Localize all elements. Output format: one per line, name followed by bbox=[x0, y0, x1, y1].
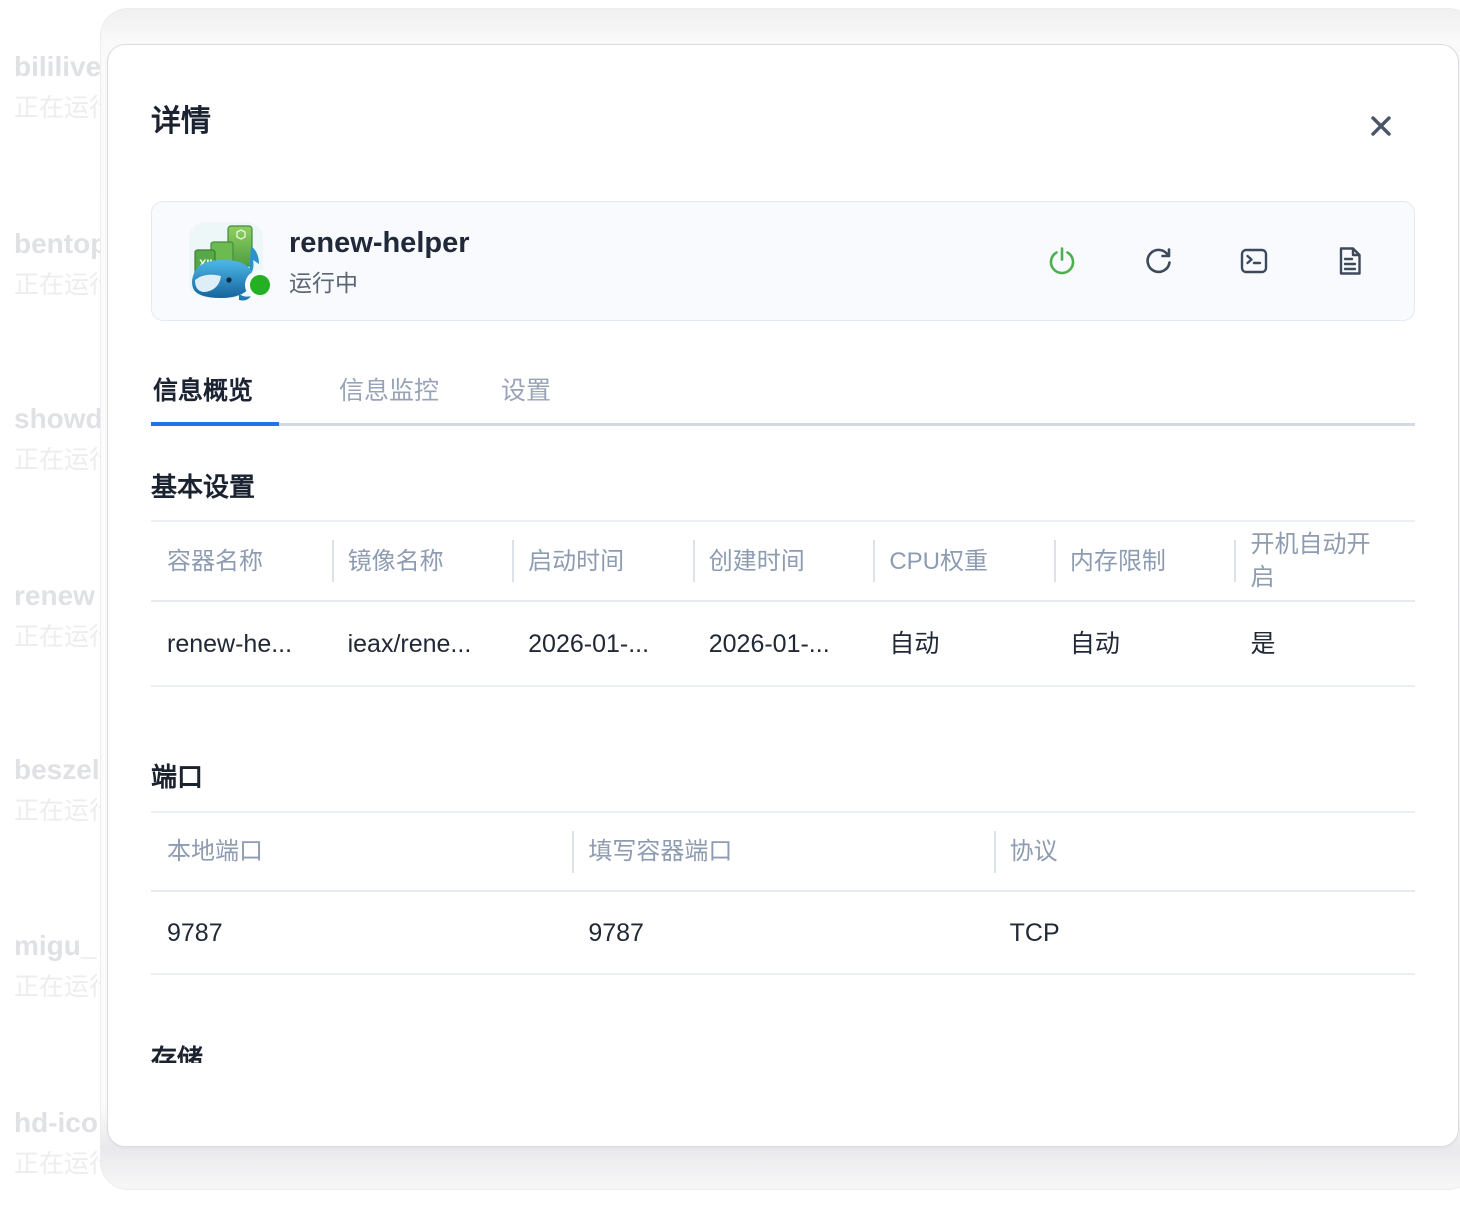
list-item: bentop 正在运行 bbox=[14, 227, 114, 300]
close-icon bbox=[1367, 112, 1395, 140]
container-actions bbox=[1046, 245, 1366, 277]
table-header-row: 容器名称 镜像名称 启动时间 创建时间 CPU权重 内存限制 开机自动开启 bbox=[151, 520, 1415, 602]
power-button[interactable] bbox=[1046, 245, 1078, 277]
log-button[interactable] bbox=[1334, 245, 1366, 277]
cell-container-name: renew-he... bbox=[151, 628, 332, 660]
column-header: CPU权重 bbox=[873, 545, 1054, 578]
container-name: renew-helper bbox=[289, 225, 1046, 261]
container-status: 正在运行 bbox=[14, 622, 114, 652]
modal-title: 详情 bbox=[151, 98, 211, 146]
column-header: 启动时间 bbox=[512, 545, 693, 578]
storage-heading-clipped: 存储 bbox=[151, 1041, 1415, 1063]
column-header: 内存限制 bbox=[1054, 545, 1235, 578]
running-status-dot bbox=[245, 270, 275, 300]
basic-settings-table: 容器名称 镜像名称 启动时间 创建时间 CPU权重 内存限制 开机自动开启 re… bbox=[151, 520, 1415, 687]
tab-settings[interactable]: 设置 bbox=[499, 373, 553, 423]
container-name: bililive bbox=[14, 50, 114, 84]
tab-info-monitor[interactable]: 信息监控 bbox=[337, 373, 441, 423]
list-item: hd-ico 正在运行 bbox=[14, 1106, 114, 1179]
table-row: 9787 9787 TCP bbox=[151, 892, 1415, 975]
column-header: 开机自动开启 bbox=[1234, 528, 1415, 594]
table-row: renew-he... ieax/rene... 2026-01-... 202… bbox=[151, 602, 1415, 687]
list-item: showd 正在运行 bbox=[14, 402, 114, 475]
tab-bar: 信息概览 信息监控 设置 bbox=[151, 373, 1415, 426]
ports-heading: 端口 bbox=[151, 759, 1415, 795]
list-item: beszel 正在运行 bbox=[14, 753, 114, 826]
container-name: migu_ bbox=[14, 929, 114, 963]
cell-container-port: 9787 bbox=[572, 917, 993, 949]
column-header: 本地端口 bbox=[151, 835, 572, 868]
container-summary-card: XII renew-helper 运行中 bbox=[151, 201, 1415, 321]
cell-start-time: 2026-01-... bbox=[512, 628, 693, 660]
tab-info-overview[interactable]: 信息概览 bbox=[151, 373, 279, 423]
app-icon: XII bbox=[187, 220, 265, 302]
close-button[interactable] bbox=[1361, 106, 1401, 146]
container-status: 正在运行 bbox=[14, 796, 114, 826]
column-header: 容器名称 bbox=[151, 545, 332, 578]
container-name: bentop bbox=[14, 227, 114, 261]
column-header: 镜像名称 bbox=[332, 545, 513, 578]
details-modal: 详情 bbox=[107, 44, 1459, 1147]
restart-icon bbox=[1142, 245, 1174, 277]
column-header: 创建时间 bbox=[693, 545, 874, 578]
cell-image-name: ieax/rene... bbox=[332, 628, 513, 660]
cell-memory-limit: 自动 bbox=[1054, 628, 1235, 660]
container-name: hd-ico bbox=[14, 1106, 114, 1140]
cell-autostart: 是 bbox=[1234, 628, 1415, 660]
container-status: 正在运行 bbox=[14, 445, 114, 475]
container-name: renew bbox=[14, 579, 114, 613]
terminal-icon bbox=[1238, 245, 1270, 277]
ports-table: 本地端口 填写容器端口 协议 9787 9787 TCP bbox=[151, 811, 1415, 975]
column-header: 协议 bbox=[994, 835, 1415, 868]
basic-settings-heading: 基本设置 bbox=[151, 469, 1415, 505]
power-icon bbox=[1046, 245, 1078, 277]
list-item: bililive 正在运行 bbox=[14, 50, 114, 123]
modal-header: 详情 bbox=[151, 98, 1415, 146]
container-status: 正在运行 bbox=[14, 93, 114, 123]
container-info: renew-helper 运行中 bbox=[289, 225, 1046, 297]
cell-local-port: 9787 bbox=[151, 917, 572, 949]
container-status: 正在运行 bbox=[14, 270, 114, 300]
log-file-icon bbox=[1334, 245, 1366, 277]
container-status-label: 运行中 bbox=[289, 269, 1046, 297]
container-status: 正在运行 bbox=[14, 972, 114, 1002]
table-header-row: 本地端口 填写容器端口 协议 bbox=[151, 811, 1415, 892]
restart-button[interactable] bbox=[1142, 245, 1174, 277]
container-status: 正在运行 bbox=[14, 1149, 114, 1179]
column-header: 填写容器端口 bbox=[572, 835, 993, 868]
terminal-button[interactable] bbox=[1238, 245, 1270, 277]
list-item: renew 正在运行 bbox=[14, 579, 114, 652]
container-name: showd bbox=[14, 402, 114, 436]
container-name: beszel bbox=[14, 753, 114, 787]
cell-protocol: TCP bbox=[994, 917, 1415, 949]
cell-create-time: 2026-01-... bbox=[693, 628, 874, 660]
list-item: migu_ 正在运行 bbox=[14, 929, 114, 1002]
cell-cpu-weight: 自动 bbox=[873, 628, 1054, 660]
storage-heading: 存储 bbox=[151, 1041, 1415, 1063]
